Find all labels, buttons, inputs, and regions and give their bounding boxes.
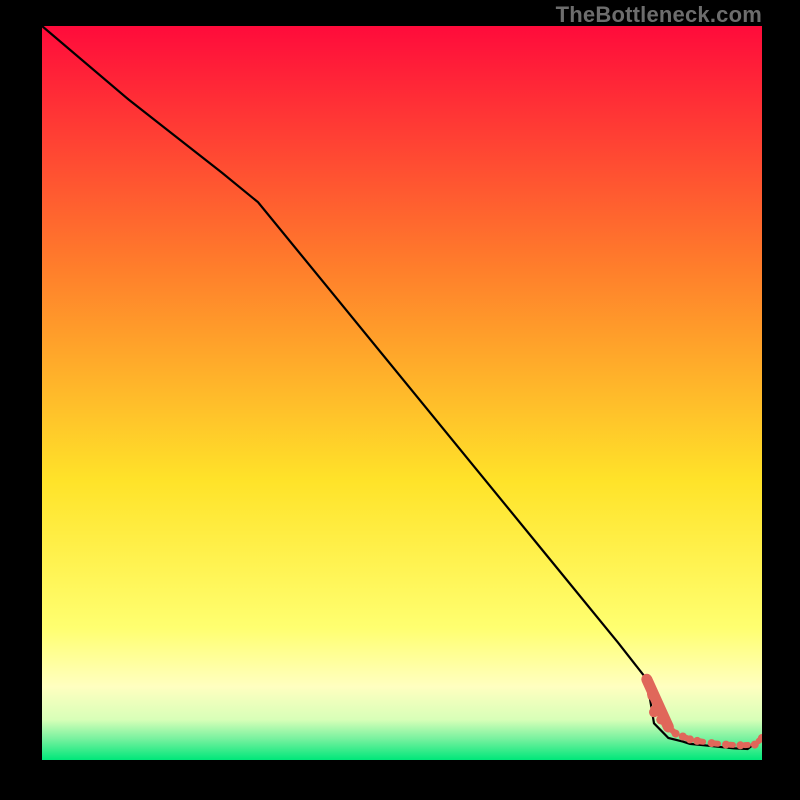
- chart-frame: TheBottleneck.com: [0, 0, 800, 800]
- optimum-marker: [708, 739, 716, 747]
- optimum-marker: [672, 730, 680, 738]
- watermark-text: TheBottleneck.com: [556, 2, 762, 28]
- gradient-background: [42, 26, 762, 760]
- optimum-marker: [686, 735, 694, 743]
- optimum-marker: [663, 722, 673, 732]
- plot-area: [42, 26, 762, 760]
- optimum-marker: [722, 741, 730, 749]
- optimum-marker: [751, 741, 759, 749]
- optimum-marker: [649, 707, 659, 717]
- optimum-marker: [736, 741, 744, 749]
- optimum-marker: [693, 737, 701, 745]
- optimum-marker: [679, 733, 687, 741]
- optimum-marker: [656, 715, 666, 725]
- optimum-marker: [642, 674, 652, 684]
- bottleneck-chart: [42, 26, 762, 760]
